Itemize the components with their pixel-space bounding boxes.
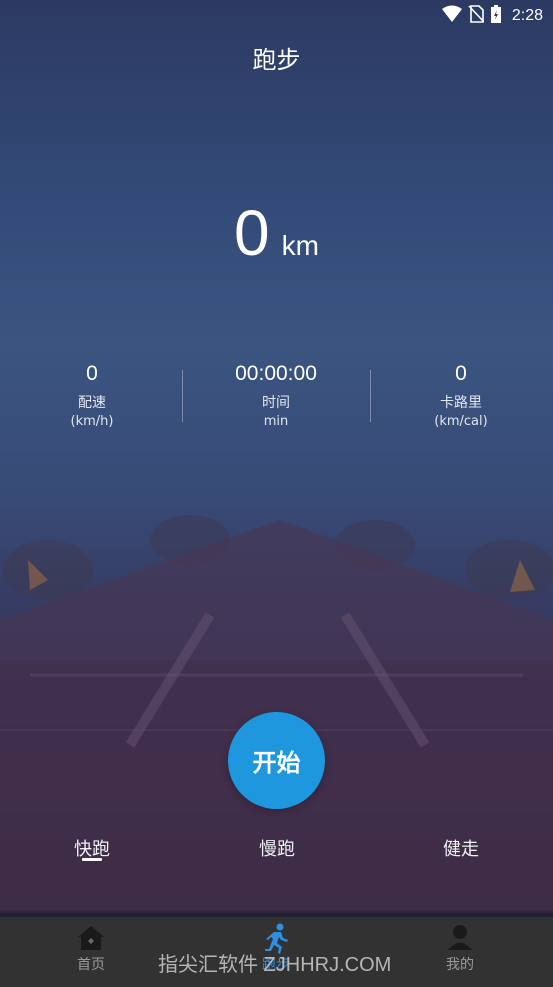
nav-profile[interactable]: 我的 — [410, 923, 510, 973]
stat-divider — [370, 370, 371, 422]
tab-slow-run[interactable]: 慢跑 — [222, 835, 332, 861]
user-icon — [410, 923, 510, 957]
stat-time-value: 00:00:00 — [235, 362, 317, 385]
selected-tab-indicator — [82, 858, 102, 861]
stat-calories-value: 0 — [455, 362, 467, 385]
status-bar: 2:28 — [0, 0, 553, 30]
wifi-icon — [441, 5, 462, 27]
stat-pace: 0 配速 (km/h) — [0, 360, 184, 432]
mode-tabs: 快跑 慢跑 健走 — [0, 835, 553, 869]
page-title: 跑步 — [252, 46, 301, 74]
watermark-text: 指尖汇软件 ZJHHRJ.COM — [158, 954, 392, 976]
distance-value: 0 — [234, 197, 270, 269]
stat-calories: 0 卡路里 (km/cal) — [369, 360, 553, 432]
status-time: 2:28 — [511, 7, 543, 24]
stat-calories-unit: (km/cal) — [434, 414, 488, 429]
stat-time-unit: min — [263, 414, 289, 429]
nav-home[interactable]: 首页 — [41, 923, 141, 973]
stat-pace-unit: (km/h) — [70, 414, 114, 429]
stats-row: 0 配速 (km/h) 00:00:00 时间 min 0 卡路里 (km/ca… — [0, 360, 553, 440]
home-icon — [41, 923, 141, 957]
distance-unit: km — [281, 230, 319, 261]
stat-time: 00:00:00 时间 min — [184, 360, 368, 432]
nav-profile-label: 我的 — [446, 957, 474, 973]
stat-calories-label: 卡路里 — [440, 395, 482, 411]
stat-time-label: 时间 — [262, 395, 290, 411]
stat-divider — [182, 370, 183, 422]
stat-pace-value: 0 — [86, 362, 98, 385]
nav-home-label: 首页 — [77, 957, 105, 973]
stat-pace-label: 配速 — [78, 395, 106, 411]
start-button[interactable]: 开始 — [228, 712, 325, 809]
battery-charging-icon — [490, 4, 502, 28]
distance-display: 0 km — [0, 196, 553, 270]
no-sim-icon — [468, 5, 485, 27]
tab-walk[interactable]: 健走 — [406, 835, 516, 861]
